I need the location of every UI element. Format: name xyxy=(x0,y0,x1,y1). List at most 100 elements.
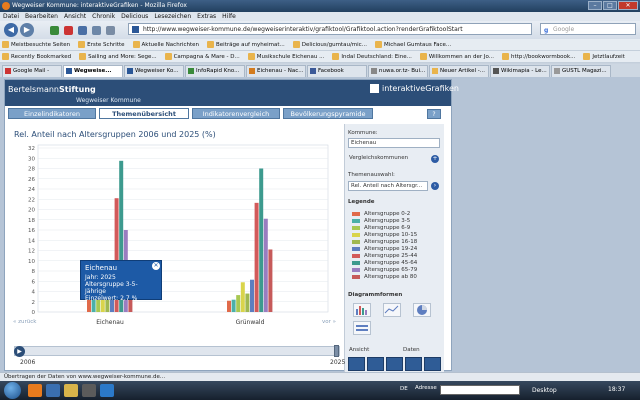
bar[interactable] xyxy=(259,168,264,313)
bookmark-item[interactable]: Campagna & Mare - D... xyxy=(164,51,240,62)
browser-tab[interactable]: Neuer Artikel -... xyxy=(429,65,489,77)
menu-hilfe[interactable]: Hilfe xyxy=(222,12,236,21)
data-csv-icon[interactable] xyxy=(424,357,441,371)
bookmark-item[interactable]: Aktuelle Nachrichten xyxy=(132,39,199,50)
language-indicator[interactable]: DE xyxy=(400,386,408,392)
legend-item: Altersgruppe 65-79 xyxy=(352,266,417,273)
browser-tab[interactable]: Wikimapia - Le... xyxy=(490,65,550,77)
stop-icon[interactable] xyxy=(64,26,73,35)
maximize-button[interactable]: □ xyxy=(603,1,617,10)
thema-dropdown-button[interactable]: › xyxy=(431,182,439,190)
firefox-taskbar-icon[interactable] xyxy=(28,384,42,397)
bookmark-icon[interactable] xyxy=(92,26,101,35)
vergleich-label[interactable]: Vergleichskommunen xyxy=(349,155,408,161)
y-tick-label: 22 xyxy=(28,197,35,203)
start-button[interactable] xyxy=(4,382,21,399)
tooltip-close-button[interactable]: ✕ xyxy=(152,262,160,270)
forward-button[interactable]: ▶ xyxy=(20,23,34,37)
print-icon[interactable] xyxy=(386,357,403,371)
browser-tab[interactable]: Facebook xyxy=(307,65,367,77)
reload-icon[interactable] xyxy=(50,26,59,35)
bookmark-item[interactable]: Michael Gumtaus Face... xyxy=(374,39,451,50)
bookmark-item[interactable]: Delicious/gumtau/mic... xyxy=(292,39,367,50)
play-button[interactable]: ▶ xyxy=(14,346,25,357)
browser-tab[interactable]: Wegweiser Ko... xyxy=(124,65,184,77)
bar[interactable] xyxy=(254,202,259,312)
taskbar-address-input[interactable] xyxy=(440,385,520,395)
kommune-input[interactable]: Eichenau xyxy=(348,138,440,148)
tab-themenuebersicht[interactable]: Themenübersicht xyxy=(99,108,189,119)
export-pdf-icon[interactable] xyxy=(348,357,365,371)
menu-ansicht[interactable]: Ansicht xyxy=(64,12,86,21)
y-tick-label: 6 xyxy=(32,279,36,285)
bar[interactable] xyxy=(236,295,241,312)
line-chart-type-icon[interactable] xyxy=(383,303,401,317)
ie-taskbar-icon[interactable] xyxy=(46,384,60,397)
bookmark-item[interactable]: Indal Deutschland: Eine... xyxy=(332,51,412,62)
legend-swatch xyxy=(352,274,360,279)
menu-bearbeiten[interactable]: Bearbeiten xyxy=(25,12,58,21)
menu-extras[interactable]: Extras xyxy=(197,12,216,21)
forward-link[interactable]: vor » xyxy=(322,319,336,325)
home-icon[interactable] xyxy=(78,26,87,35)
bookmark-item[interactable]: Willkommen an der Jo... xyxy=(419,51,494,62)
bar[interactable] xyxy=(263,218,268,312)
desktop-toolbar-label[interactable]: Desktop xyxy=(532,384,557,397)
tab-bevoelkerungspyramide[interactable]: Bevölkerungspyramide xyxy=(283,108,373,119)
media-taskbar-icon[interactable] xyxy=(82,384,96,397)
bookmark-item[interactable]: Musikschule Eichenau ... xyxy=(247,51,324,62)
export-image-icon[interactable] xyxy=(367,357,384,371)
browser-tab[interactable]: nuwa.or.tz- Bui... xyxy=(368,65,428,77)
bookmark-item[interactable]: Beiträge auf myheimat... xyxy=(207,39,285,50)
url-bar[interactable]: http://www.wegweiser-kommune.de/wegweise… xyxy=(128,23,532,35)
minimize-button[interactable]: – xyxy=(588,1,602,10)
menu-datei[interactable]: Datei xyxy=(3,12,19,21)
menu-chronik[interactable]: Chronik xyxy=(92,12,115,21)
timeline-slider-handle[interactable] xyxy=(334,345,339,357)
bar[interactable] xyxy=(240,282,245,312)
bar-chart-type-icon[interactable] xyxy=(353,303,371,317)
tag-icon[interactable] xyxy=(106,26,115,35)
bookmark-item[interactable]: Jetztlaufzeit xyxy=(583,51,625,62)
browser-tab[interactable]: InfoRapid Kno... xyxy=(185,65,245,77)
close-window-button[interactable]: ✕ xyxy=(618,1,638,10)
timeline-start-label: 2006 xyxy=(20,359,36,366)
tab-einzelindikatoren[interactable]: Einzelindikatoren xyxy=(8,108,96,119)
kommune-label: Kommune: xyxy=(348,130,378,136)
browser-tab-active[interactable]: Wegweise... xyxy=(63,65,123,77)
add-vergleich-button[interactable]: + xyxy=(431,155,439,163)
timeline-track[interactable] xyxy=(14,346,340,356)
bar[interactable] xyxy=(250,279,254,312)
browser-tab[interactable]: Google Mail - xyxy=(2,65,62,77)
word-taskbar-icon[interactable] xyxy=(100,384,114,397)
pie-chart-type-icon[interactable] xyxy=(413,303,431,317)
explorer-taskbar-icon[interactable] xyxy=(64,384,78,397)
browser-tab[interactable]: Eichenau - Nac... xyxy=(246,65,306,77)
back-button[interactable]: ◀ xyxy=(4,23,18,37)
thema-select[interactable]: Rel. Anteil nach Altersgr... xyxy=(348,181,428,191)
window-title: Wegweiser Kommune: interaktiveGrafiken -… xyxy=(12,2,187,9)
bar[interactable] xyxy=(245,293,250,312)
bar[interactable] xyxy=(268,249,273,312)
bookmark-item[interactable]: Erste Schritte xyxy=(78,39,125,50)
bookmark-item[interactable]: Sailing and More: Sege... xyxy=(79,51,157,62)
back-link[interactable]: « zurück xyxy=(13,319,36,325)
search-input[interactable]: g Google xyxy=(540,23,636,35)
bookmark-item[interactable]: Recently Bookmarked xyxy=(2,51,71,62)
data-pdf-icon[interactable] xyxy=(405,357,422,371)
menu-lesezeichen[interactable]: Lesezeichen xyxy=(154,12,191,21)
bar[interactable] xyxy=(227,300,231,312)
bookmark-item[interactable]: http://bookwormbook... xyxy=(502,51,575,62)
site-favicon-icon xyxy=(132,26,139,33)
y-tick-label: 2 xyxy=(32,300,36,306)
browser-tab[interactable]: GUSTL Magazi... xyxy=(551,65,611,77)
help-button[interactable]: ? xyxy=(427,109,441,119)
bar[interactable] xyxy=(231,299,236,312)
timeline-end-label: 2025 xyxy=(330,359,346,366)
menu-delicious[interactable]: Delicious xyxy=(121,12,148,21)
x-category-label: Eichenau xyxy=(96,319,124,326)
tab-indikatorenvergleich[interactable]: Indikatorenvergleich xyxy=(192,108,280,119)
stacked-chart-type-icon[interactable] xyxy=(353,321,371,335)
bookmark-item[interactable]: Meistbesuchte Seiten xyxy=(2,39,70,50)
logo-square-icon xyxy=(370,84,379,93)
